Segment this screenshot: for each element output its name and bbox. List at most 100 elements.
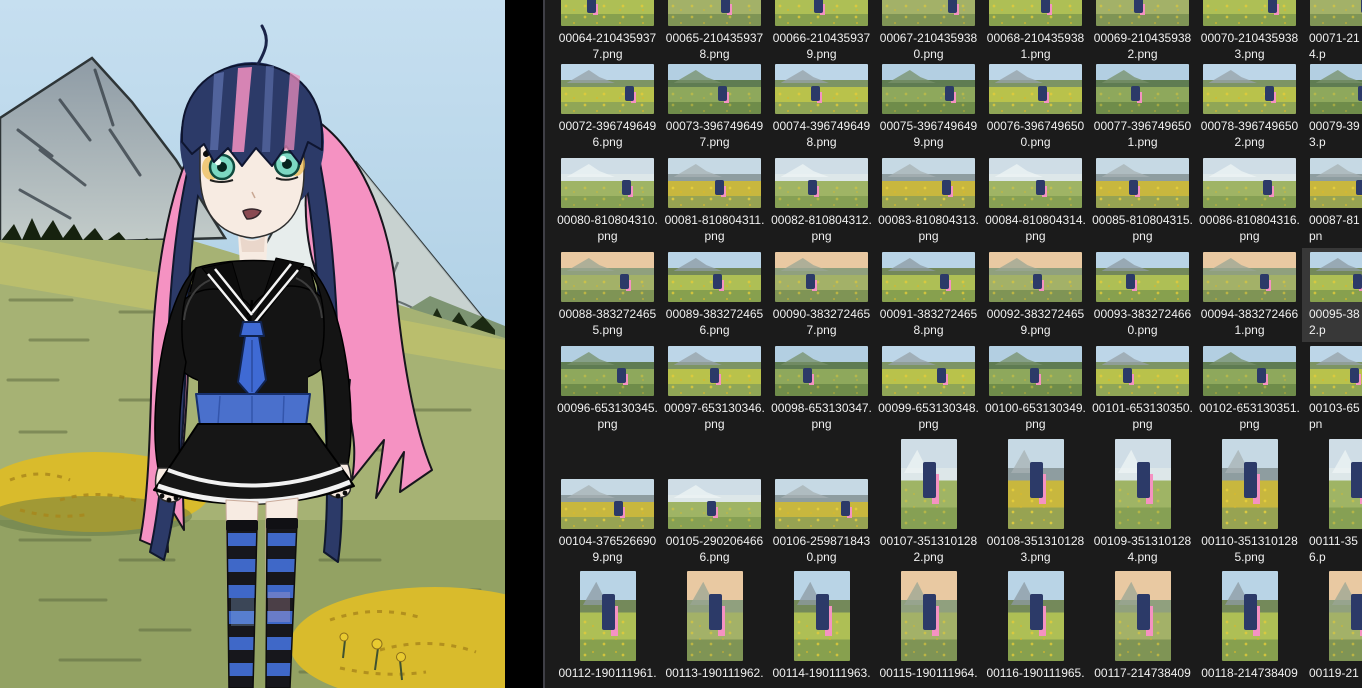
file-tile[interactable]: 00068-210435938 1.png: [985, 0, 1086, 62]
character-figure-icon: [1125, 274, 1135, 289]
character-figure-icon: [1134, 0, 1144, 13]
file-tile[interactable]: 00067-210435938 0.png: [878, 0, 979, 62]
file-tile[interactable]: 00108-351310128 3.png: [985, 439, 1086, 565]
file-tile[interactable]: 00098-653130347. png: [771, 346, 872, 432]
file-tile[interactable]: 00118-214738409: [1199, 571, 1300, 688]
file-row: 00064-210435937 7.png 00065-210435937 8.pn…: [557, 0, 1362, 62]
file-name: 00090-383272465 7.png: [772, 307, 871, 337]
file-tile[interactable]: 00110-351310128 5.png: [1199, 439, 1300, 565]
file-name: 00108-351310128 3.png: [986, 534, 1085, 564]
character-figure-icon: [619, 274, 629, 289]
character-figure-icon: [1350, 462, 1362, 499]
file-tile[interactable]: 00101-653130350. png: [1092, 346, 1193, 432]
file-tile[interactable]: 00070-210435938 3.png: [1199, 0, 1300, 62]
file-tile[interactable]: 00084-810804314. png: [985, 158, 1086, 244]
file-name: 00067-210435938 0.png: [879, 31, 978, 61]
file-tile[interactable]: 00092-383272465 9.png: [985, 252, 1086, 338]
file-tile[interactable]: 00102-653130351. png: [1199, 346, 1300, 432]
file-tile[interactable]: 00090-383272465 7.png: [771, 252, 872, 338]
file-tile[interactable]: 00069-210435938 2.png: [1092, 0, 1193, 62]
file-name: 00080-810804310. png: [557, 213, 658, 243]
background-gap: [505, 0, 543, 688]
character-figure-icon: [1243, 594, 1257, 631]
file-tile[interactable]: 00085-810804315. png: [1092, 158, 1193, 244]
file-thumbnail: [1328, 571, 1362, 661]
file-tile[interactable]: 00071-21 4.p: [1306, 0, 1362, 62]
file-name: 00082-810804312. png: [771, 213, 872, 243]
file-name: 00073-396749649 7.png: [665, 119, 764, 149]
file-tile[interactable]: 00079-39 3.p: [1306, 64, 1362, 150]
file-tile[interactable]: 00080-810804310. png: [557, 158, 658, 244]
character-figure-icon: [1035, 180, 1045, 195]
character-figure-icon: [1131, 86, 1141, 101]
file-tile[interactable]: 00094-383272466 1.png: [1199, 252, 1300, 338]
file-tile[interactable]: 00112-190111961.: [557, 571, 658, 688]
character-figure-icon: [709, 368, 719, 383]
file-tile[interactable]: 00095-38 2.p: [1302, 248, 1362, 342]
file-tile[interactable]: 00088-383272465 5.png: [557, 252, 658, 338]
file-tile[interactable]: 00103-65 pn: [1306, 346, 1362, 432]
file-tile[interactable]: 00082-810804312. png: [771, 158, 872, 244]
character-figure-icon: [1128, 180, 1138, 195]
file-tile[interactable]: 00076-396749650 0.png: [985, 64, 1086, 150]
file-tile[interactable]: 00100-653130349. png: [985, 346, 1086, 432]
character-figure-icon: [1355, 180, 1362, 195]
character-figure-icon: [1256, 368, 1266, 383]
file-thumbnail: [1328, 439, 1362, 529]
file-tile[interactable]: 00083-810804313. png: [878, 158, 979, 244]
file-tile[interactable]: 00086-810804316. png: [1199, 158, 1300, 244]
character-figure-icon: [1358, 86, 1362, 101]
file-name: 00097-653130346. png: [664, 401, 765, 431]
file-tile[interactable]: 00099-653130348. png: [878, 346, 979, 432]
file-tile[interactable]: 00096-653130345. png: [557, 346, 658, 432]
file-thumbnail: [1310, 252, 1362, 302]
file-tile[interactable]: 00089-383272465 6.png: [664, 252, 765, 338]
file-tile[interactable]: 00075-396749649 9.png: [878, 64, 979, 150]
file-name: 00084-810804314. png: [985, 213, 1086, 243]
file-thumbnail: [686, 571, 743, 661]
file-tile[interactable]: 00117-214738409: [1092, 571, 1193, 688]
file-tile[interactable]: 00065-210435937 8.png: [664, 0, 765, 62]
character-figure-icon: [1352, 274, 1362, 289]
screen: 00064-210435937 7.png 00065-210435937 8.pn…: [0, 0, 1362, 688]
file-tile[interactable]: 00106-259871843 0.png: [771, 439, 872, 565]
file-tile[interactable]: 00087-81 pn: [1306, 158, 1362, 244]
file-name: 00092-383272465 9.png: [986, 307, 1085, 337]
file-tile[interactable]: 00064-210435937 7.png: [557, 0, 658, 62]
file-tile[interactable]: 00097-653130346. png: [664, 346, 765, 432]
file-tile[interactable]: 00091-383272465 8.png: [878, 252, 979, 338]
character-figure-icon: [1262, 180, 1272, 195]
file-tile[interactable]: 00072-396749649 6.png: [557, 64, 658, 150]
file-tile[interactable]: 00066-210435937 9.png: [771, 0, 872, 62]
file-name: 00102-653130351. png: [1199, 401, 1300, 431]
file-tile[interactable]: 00077-396749650 1.png: [1092, 64, 1193, 150]
file-tile[interactable]: 00073-396749649 7.png: [664, 64, 765, 150]
file-thumbnail: [1096, 158, 1189, 208]
character-figure-icon: [841, 501, 851, 516]
file-tile[interactable]: 00119-21: [1306, 571, 1362, 688]
file-name: 00072-396749649 6.png: [558, 119, 657, 149]
file-thumbnail: [775, 479, 868, 529]
file-name: 00101-653130350. png: [1092, 401, 1193, 431]
file-name: 00089-383272465 6.png: [665, 307, 764, 337]
file-thumbnail: [1096, 0, 1189, 26]
file-tile[interactable]: 00113-190111962.: [664, 571, 765, 688]
file-tile[interactable]: 00081-810804311. png: [664, 158, 765, 244]
character-figure-icon: [1243, 462, 1257, 499]
file-tile[interactable]: 00111-35 6.p: [1306, 439, 1362, 565]
file-thumbnail: [775, 252, 868, 302]
character-figure-icon: [1265, 86, 1275, 101]
file-tile[interactable]: 00116-190111965.: [985, 571, 1086, 688]
file-tile[interactable]: 00093-383272466 0.png: [1092, 252, 1193, 338]
file-tile[interactable]: 00115-190111964.: [878, 571, 979, 688]
file-thumbnail: [989, 158, 1082, 208]
file-name: 00079-39 3.p: [1309, 119, 1360, 149]
file-tile[interactable]: 00078-396749650 2.png: [1199, 64, 1300, 150]
file-tile[interactable]: 00114-190111963.: [771, 571, 872, 688]
file-tile[interactable]: 00104-376526690 9.png: [557, 439, 658, 565]
file-tile[interactable]: 00074-396749649 8.png: [771, 64, 872, 150]
file-tile[interactable]: 00109-351310128 4.png: [1092, 439, 1193, 565]
file-name: 00111-35 6.p: [1309, 534, 1358, 564]
file-tile[interactable]: 00105-290206466 6.png: [664, 439, 765, 565]
file-tile[interactable]: 00107-351310128 2.png: [878, 439, 979, 565]
